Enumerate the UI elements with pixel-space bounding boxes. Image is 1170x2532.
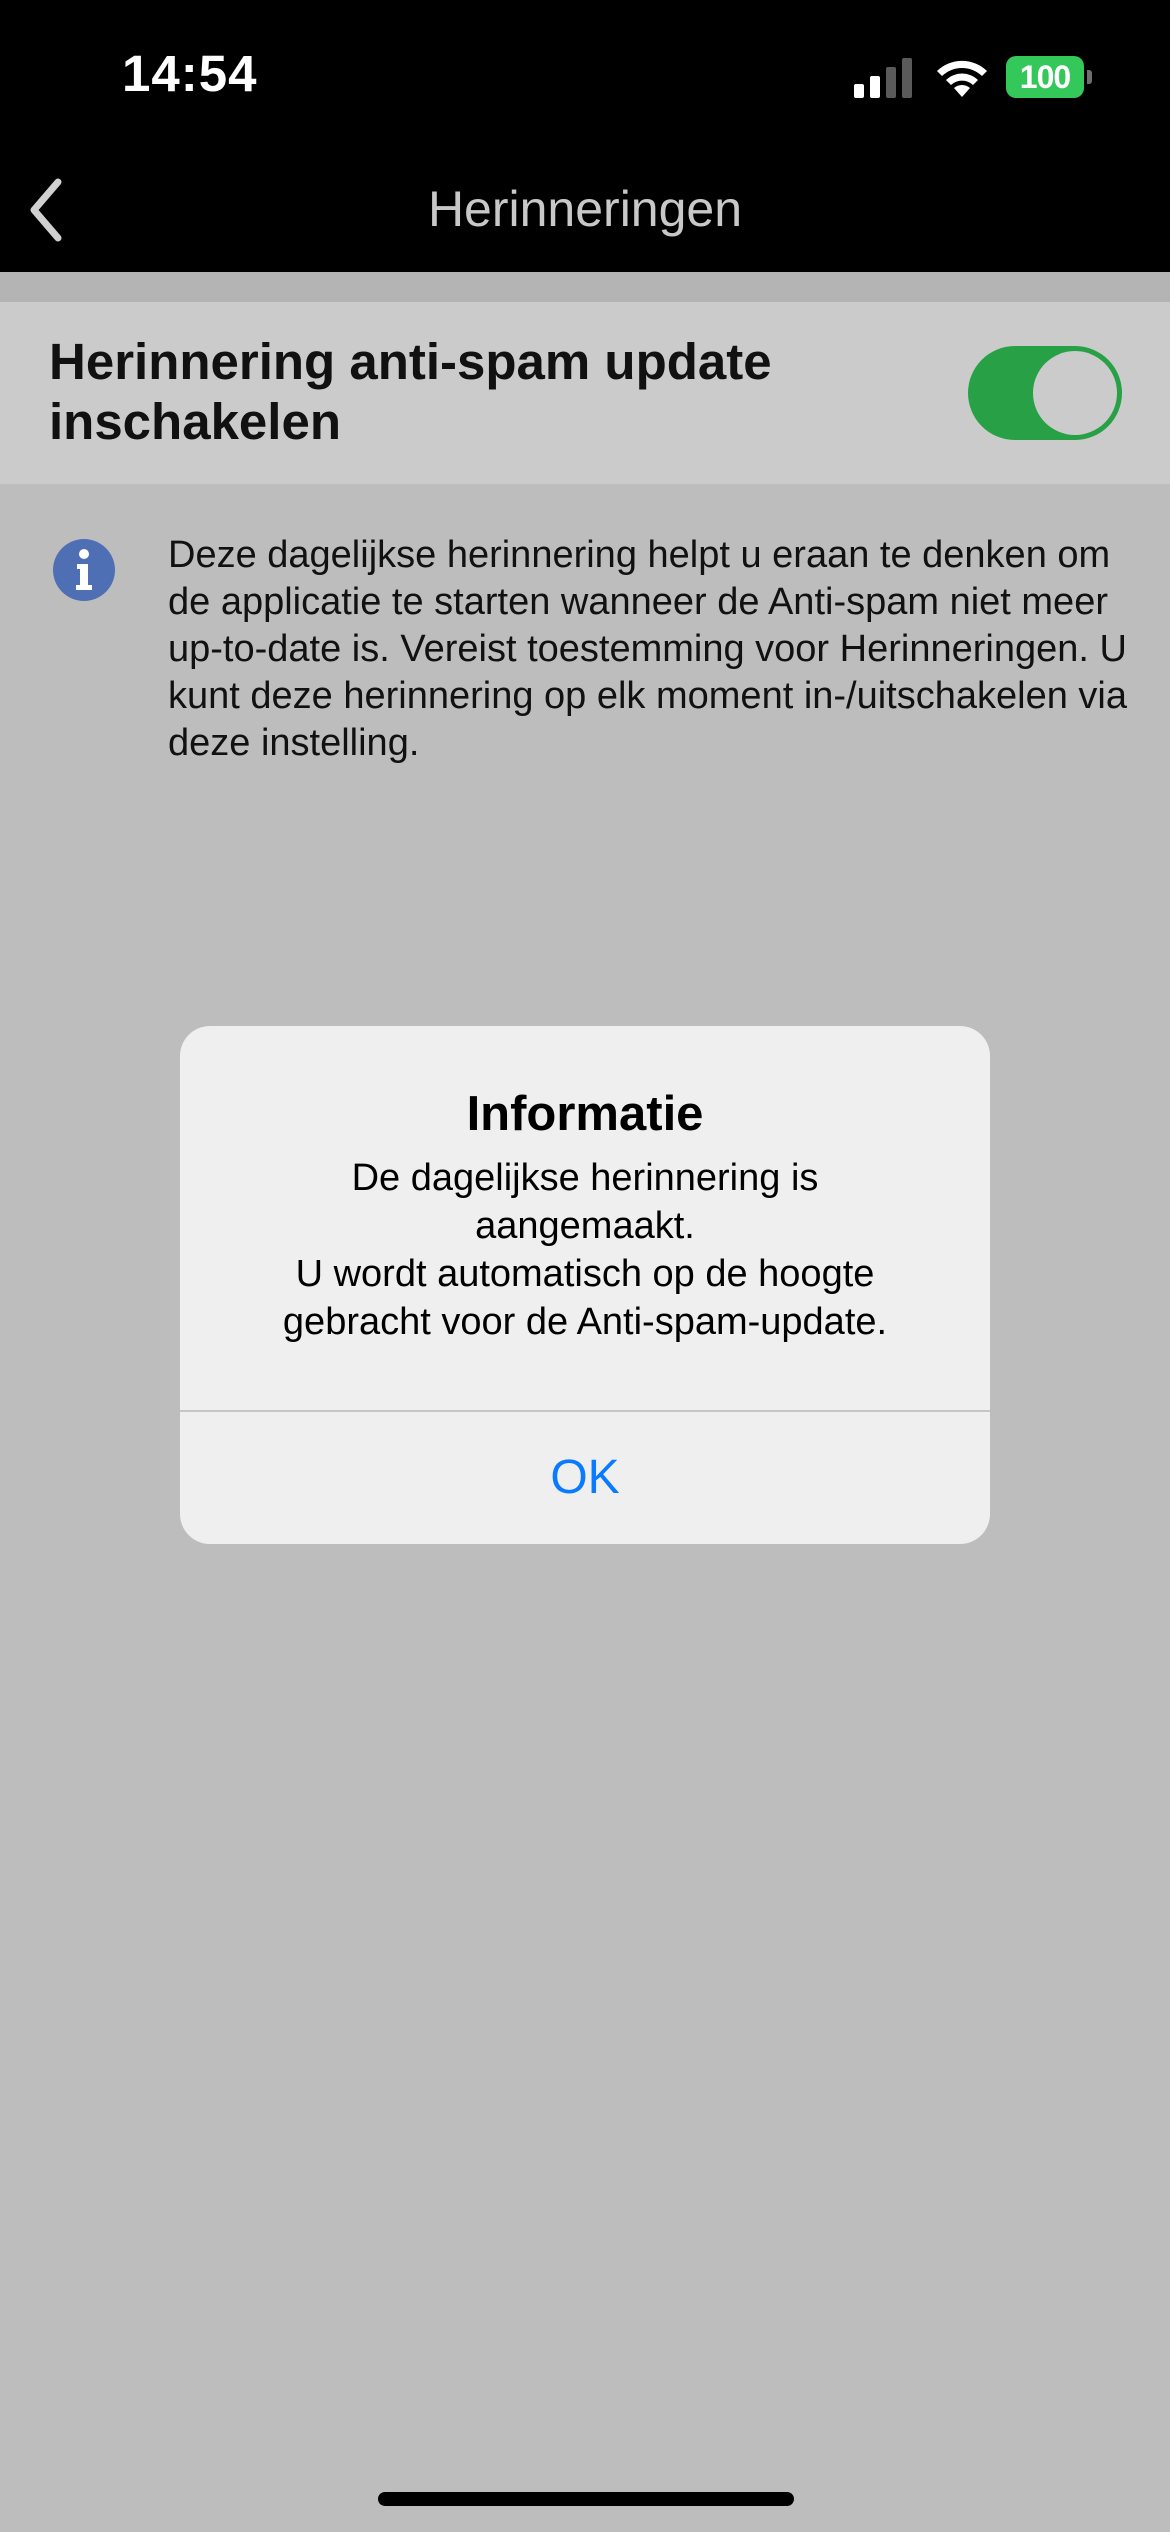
battery-indicator: 100 — [1006, 56, 1092, 98]
navigation-bar: Herinneringen — [0, 150, 1170, 272]
setting-label: Herinnering anti-spam update inschakelen — [49, 333, 772, 450]
info-icon — [53, 539, 115, 601]
ok-button[interactable]: OK — [180, 1412, 990, 1544]
alert-message: De dagelijkse herinnering is aangemaakt.… — [282, 1157, 888, 1343]
toggle-knob — [1033, 351, 1117, 435]
cellular-signal-icon — [854, 58, 912, 98]
back-button[interactable] — [14, 170, 94, 250]
section-spacer — [0, 272, 1170, 302]
chevron-left-icon — [30, 178, 62, 242]
info-description: Deze dagelijkse herinnering helpt u eraa… — [168, 534, 1127, 764]
battery-cap — [1087, 70, 1092, 84]
home-indicator[interactable] — [378, 2492, 794, 2506]
reminder-toggle[interactable] — [968, 346, 1122, 440]
page-title: Herinneringen — [427, 181, 743, 237]
status-bar: 14:54 100 — [0, 0, 1170, 150]
status-time: 14:54 — [122, 45, 258, 102]
battery-level: 100 — [1006, 56, 1084, 98]
alert-dialog: Informatie De dagelijkse herinnering is … — [180, 1026, 990, 1544]
setting-row-reminder: Herinnering anti-spam update inschakelen — [0, 302, 1170, 484]
alert-title: Informatie — [466, 1087, 704, 1141]
wifi-icon — [937, 60, 987, 97]
